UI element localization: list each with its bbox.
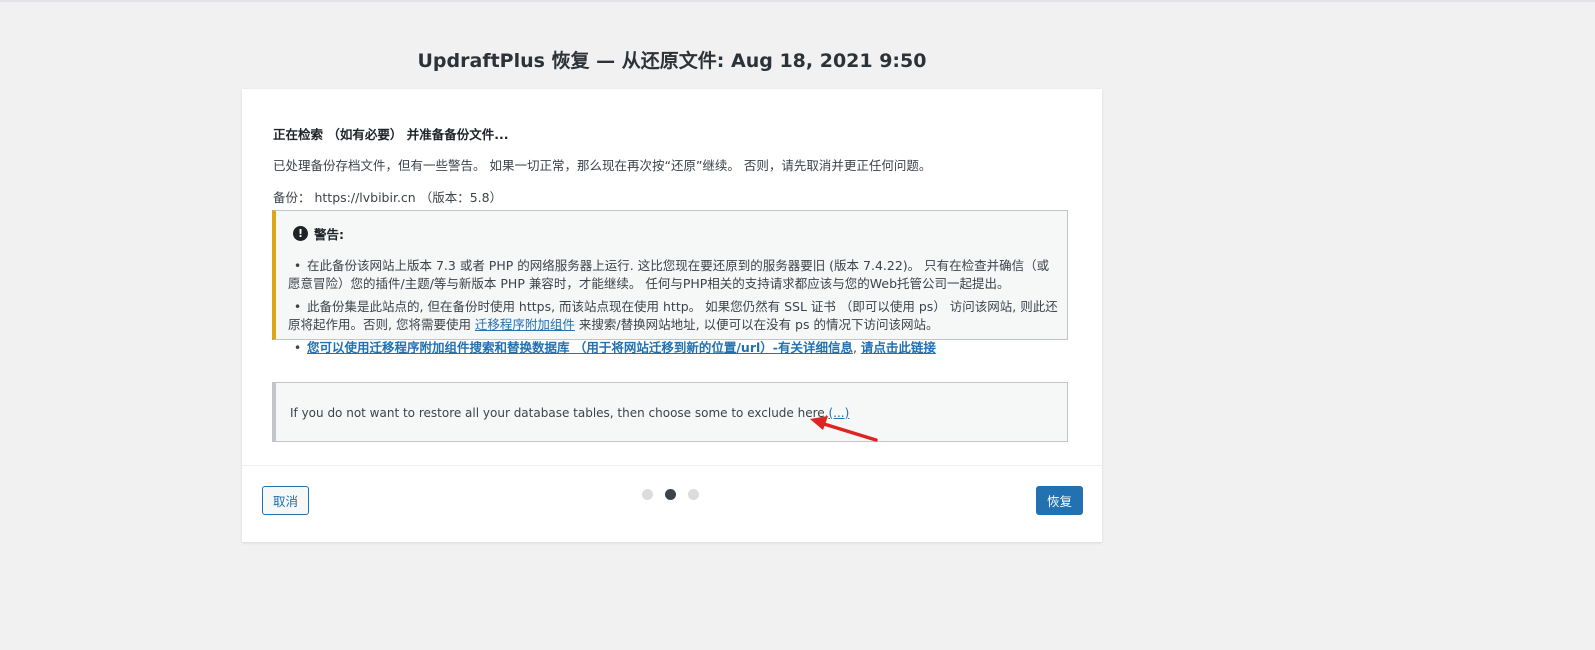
restore-dialog: 正在检索 （如有必要） 并准备备份文件... 已处理备份存档文件，但有一些警告。… bbox=[242, 89, 1102, 542]
warning-item-php-version: • 在此备份该网站上版本 7.3 或者 PHP 的网络服务器上运行. 这比您现在要… bbox=[288, 257, 1060, 293]
footer-divider bbox=[242, 465, 1102, 466]
exclude-tables-text: If you do not want to restore all your d… bbox=[290, 406, 849, 420]
step-heading: 正在检索 （如有必要） 并准备备份文件... bbox=[273, 127, 509, 142]
migrator-addon-link[interactable]: 迁移程序附加组件 bbox=[475, 317, 575, 332]
exclude-tables-notice: If you do not want to restore all your d… bbox=[272, 382, 1068, 442]
link-separator: , bbox=[852, 340, 861, 355]
cancel-button[interactable]: 取消 bbox=[262, 486, 309, 515]
bullet-icon: • bbox=[293, 340, 302, 355]
backup-info: 备份： https://lvbibir.cn （版本：5.8） bbox=[273, 190, 503, 205]
migrator-search-replace-link[interactable]: 您可以使用迁移程序附加组件搜索和替换数据库 （用于将网站迁移到新的位置/url）… bbox=[307, 340, 853, 355]
red-arrow-annotation-icon bbox=[810, 416, 878, 442]
exclude-description: If you do not want to restore all your d… bbox=[290, 406, 829, 420]
warning-title-text: 警告: bbox=[314, 227, 344, 242]
step-dot-3 bbox=[688, 489, 699, 500]
processed-message: 已处理备份存档文件，但有一些警告。 如果一切正常，那么现在再次按“还原”继续。 … bbox=[273, 158, 932, 173]
warning-item-text: 在此备份该网站上版本 7.3 或者 PHP 的网络服务器上运行. 这比您现在要还… bbox=[288, 258, 1050, 291]
top-border bbox=[0, 0, 1595, 2]
step-dot-2 bbox=[665, 489, 676, 500]
warning-item-text-after: 来搜索/替换网站地址, 以便可以在没有 ps 的情况下访问该网站。 bbox=[574, 317, 939, 332]
warning-item-https: • 此备份集是此站点的, 但在备份时使用 https, 而该站点现在使用 http… bbox=[288, 298, 1060, 334]
bullet-icon: • bbox=[293, 299, 302, 314]
restore-button[interactable]: 恢复 bbox=[1036, 486, 1083, 515]
step-dot-1 bbox=[642, 489, 653, 500]
warning-title: ! 警告: bbox=[293, 224, 344, 243]
step-indicator bbox=[642, 489, 711, 500]
warning-notice: ! 警告: • 在此备份该网站上版本 7.3 或者 PHP 的网络服务器上运行. … bbox=[272, 210, 1068, 355]
warning-item-migrator: • 您可以使用迁移程序附加组件搜索和替换数据库 （用于将网站迁移到新的位置/url… bbox=[288, 339, 1060, 357]
click-here-link[interactable]: 请点击此链接 bbox=[861, 340, 936, 355]
warning-list: • 在此备份该网站上版本 7.3 或者 PHP 的网络服务器上运行. 这比您现在要… bbox=[288, 257, 1060, 362]
bullet-icon: • bbox=[293, 258, 302, 273]
exclamation-circle-icon: ! bbox=[293, 226, 308, 241]
page-title: UpdraftPlus 恢复 — 从还原文件: Aug 18, 2021 9:5… bbox=[417, 50, 927, 72]
